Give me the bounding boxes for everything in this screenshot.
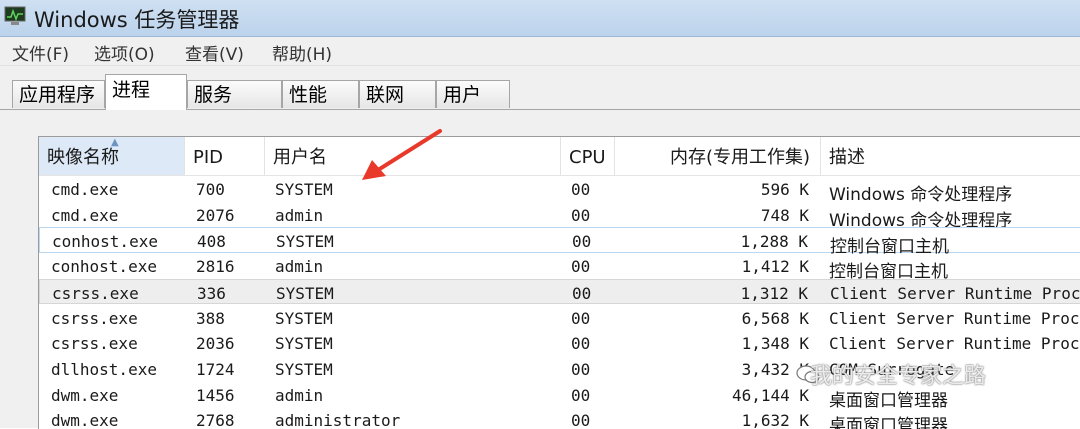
menu-help[interactable]: 帮助(H) [272, 40, 332, 65]
cell-user: SYSTEM [276, 232, 334, 252]
cell-pid: 2768 [196, 411, 235, 429]
cell-cpu: 00 [571, 308, 591, 328]
menu-file[interactable]: 文件(F) [12, 40, 69, 65]
cell-memory: 1,288 K [740, 232, 808, 252]
cell-memory: 1,312 K [740, 283, 808, 303]
cell-memory: 6,568 K [741, 308, 809, 328]
title-bar: Windows 任务管理器 [0, 0, 1080, 37]
cell-memory: 596 K [760, 180, 809, 199]
cell-image-name: csrss.exe [52, 283, 139, 303]
column-label: 内存(专用工作集) [669, 147, 810, 168]
cell-cpu: 00 [572, 283, 592, 303]
cell-image-name: cmd.exe [51, 205, 119, 225]
cell-image-name: conhost.exe [51, 257, 157, 277]
column-label: 用户名 [273, 147, 327, 168]
tab-applications[interactable]: 应用程序 [12, 80, 105, 108]
cell-pid: 336 [197, 283, 226, 303]
table-row[interactable]: csrss.exe 336 SYSTEM 00 1,312 K Client Server… [39, 278, 1080, 305]
cell-image-name: dwm.exe [51, 411, 119, 429]
tab-processes[interactable]: 进程 [105, 74, 187, 110]
column-label: PID [193, 147, 224, 168]
cell-image-name: cmd.exe [51, 180, 119, 199]
cell-pid: 1724 [196, 359, 235, 379]
cell-user: SYSTEM [275, 180, 333, 199]
cell-cpu: 00 [571, 257, 591, 277]
cell-image-name: dwm.exe [51, 385, 119, 405]
cell-pid: 2816 [196, 257, 235, 277]
cell-pid: 408 [197, 232, 226, 252]
cell-memory: 748 K [760, 205, 809, 225]
cell-user: admin [275, 385, 324, 405]
cell-pid: 2076 [196, 205, 235, 225]
cell-pid: 388 [196, 308, 225, 328]
cell-image-name: csrss.exe [51, 334, 138, 354]
cell-user: administrator [275, 411, 401, 429]
tab-services[interactable]: 服务 [187, 80, 282, 108]
task-manager-icon [4, 6, 26, 25]
menu-view[interactable]: 查看(V) [185, 40, 244, 65]
cell-cpu: 00 [571, 385, 591, 405]
tab-users[interactable]: 用户 [436, 80, 510, 108]
cell-description: Client Server Runtime Proc [829, 308, 1080, 328]
cell-cpu: 00 [572, 232, 592, 252]
cell-user: SYSTEM [275, 334, 333, 354]
cell-image-name: dllhost.exe [51, 359, 157, 379]
cell-cpu: 00 [571, 205, 591, 225]
tab-strip: 应用程序 进程 服务 性能 联网 用户 [0, 66, 1080, 110]
table-row[interactable]: csrss.exe 388 SYSTEM 00 6,568 K Client Server… [39, 305, 1080, 331]
column-label: CPU [569, 147, 606, 168]
column-label: 描述 [829, 147, 865, 168]
table-row[interactable]: cmd.exe 2076 admin 00 748 K Windows 命令处理程序 [39, 202, 1080, 231]
cell-memory: 46,144 K [731, 385, 809, 405]
cell-description: Client Server Runtime Proc [829, 334, 1080, 354]
cell-memory: 1,632 K [741, 411, 809, 429]
column-image-name[interactable]: ▲ 映像名称 [39, 137, 185, 175]
cell-user: admin [275, 205, 324, 225]
column-label: 映像名称 [47, 147, 119, 168]
sort-ascending-icon: ▲ [111, 137, 119, 148]
column-header: ▲ 映像名称 PID 用户名 CPU 内存(专用工作集) 描述 [39, 137, 1080, 176]
cell-cpu: 00 [571, 411, 591, 429]
column-pid[interactable]: PID [185, 137, 265, 175]
tab-networking[interactable]: 联网 [359, 80, 436, 108]
cell-user: SYSTEM [275, 308, 333, 328]
watermark-text: 我的安全专家之路 [810, 364, 987, 389]
cell-description: 桌面窗口管理器 [829, 416, 948, 429]
cell-memory: 1,348 K [741, 334, 809, 354]
cell-user: admin [275, 257, 324, 277]
table-row[interactable]: conhost.exe 408 SYSTEM 00 1,288 K 控制台窗口主机 [39, 227, 1080, 257]
cell-pid: 1456 [196, 385, 235, 405]
cell-pid: 700 [196, 180, 225, 199]
column-cpu[interactable]: CPU [561, 137, 615, 175]
cell-image-name: csrss.exe [51, 308, 138, 328]
cell-cpu: 00 [571, 359, 591, 379]
column-memory[interactable]: 内存(专用工作集) [615, 137, 821, 175]
table-row[interactable]: dwm.exe 2768 administrator 00 1,632 K 桌面窗口管理器 [39, 407, 1080, 429]
cell-memory: 1,412 K [741, 257, 809, 277]
tab-performance[interactable]: 性能 [282, 80, 359, 108]
column-description[interactable]: 描述 [821, 137, 1080, 175]
table-row[interactable]: cmd.exe 700 SYSTEM 00 596 K Windows 命令处理程序 [39, 176, 1080, 205]
column-user[interactable]: 用户名 [265, 137, 561, 175]
menu-bar: 文件(F) 选项(O) 查看(V) 帮助(H) [0, 37, 1080, 66]
table-row[interactable]: csrss.exe 2036 SYSTEM 00 1,348 K Client Serve… [39, 330, 1080, 356]
cell-pid: 2036 [196, 334, 235, 354]
cell-cpu: 00 [571, 180, 591, 199]
cell-description: Client Server Runtime Proc [830, 283, 1080, 303]
table-row[interactable]: conhost.exe 2816 admin 00 1,412 K 控制台窗口主机 [39, 253, 1080, 282]
cell-user: SYSTEM [275, 359, 333, 379]
cell-user: SYSTEM [276, 283, 334, 303]
menu-options[interactable]: 选项(O) [94, 40, 155, 65]
cell-cpu: 00 [571, 334, 591, 354]
window-title: Windows 任务管理器 [34, 8, 240, 32]
cell-image-name: conhost.exe [52, 232, 158, 252]
